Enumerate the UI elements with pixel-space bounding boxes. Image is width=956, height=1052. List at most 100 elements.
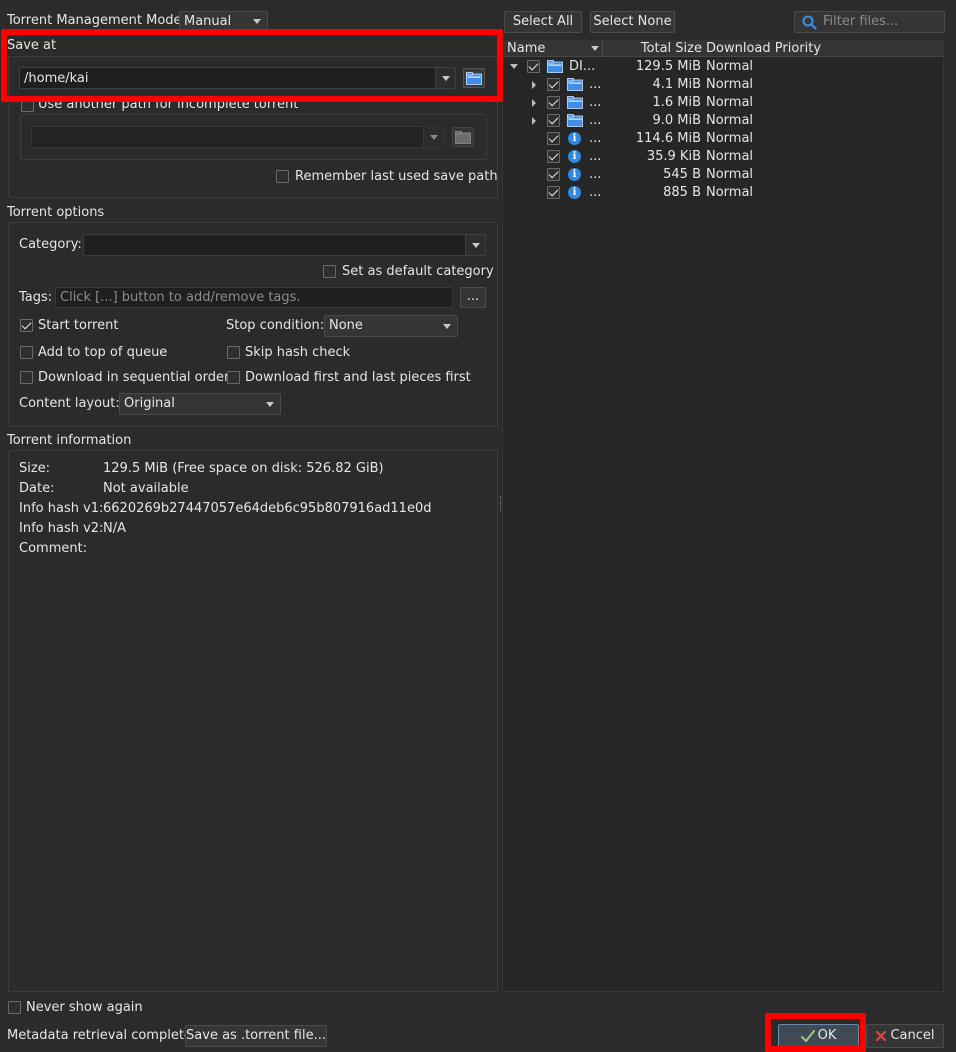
expand-arrow-icon[interactable] [532, 81, 536, 89]
ok-button[interactable]: OK [778, 1024, 859, 1048]
skip-hash-checkbox[interactable] [227, 346, 240, 359]
category-combo[interactable] [83, 234, 486, 256]
file-name: ... [589, 95, 602, 110]
set-default-category-checkbox[interactable] [323, 265, 336, 278]
first-last-pieces-checkbox[interactable] [227, 371, 240, 384]
start-torrent-label: Start torrent [38, 318, 119, 333]
file-size: 129.5 MiB [635, 59, 701, 74]
info-label: Date: [19, 481, 55, 496]
chevron-down-icon[interactable] [465, 235, 485, 255]
tree-row[interactable]: i ... 114.6 MiB Normal [503, 130, 943, 148]
info-icon: i [568, 168, 581, 181]
ok-button-label: OK [817, 1028, 837, 1043]
file-checkbox[interactable] [547, 150, 560, 163]
sequential-checkbox[interactable] [20, 371, 33, 384]
select-none-button[interactable]: Select None [590, 11, 675, 33]
incomplete-path-checkbox[interactable] [21, 99, 34, 112]
remember-save-path-label: Remember last used save path [295, 169, 498, 184]
file-size: 885 B [663, 185, 701, 200]
cancel-icon [876, 1030, 887, 1041]
remember-save-path-checkbox[interactable] [276, 170, 289, 183]
file-priority: Normal [706, 95, 754, 110]
info-label: Comment: [19, 541, 88, 556]
add-top-queue-checkbox[interactable] [20, 346, 33, 359]
file-checkbox[interactable] [547, 96, 560, 109]
file-priority: Normal [706, 167, 754, 182]
save-at-title: Save at [7, 38, 57, 53]
select-all-button[interactable]: Select All [504, 11, 582, 33]
file-name: ... [589, 167, 602, 182]
column-header-name[interactable]: Name [503, 40, 603, 57]
file-name: ... [589, 185, 602, 200]
column-header-size[interactable]: Total Size [604, 40, 704, 57]
file-priority: Normal [706, 77, 754, 92]
stop-condition-combo[interactable]: None [324, 315, 458, 337]
file-priority: Normal [706, 149, 754, 164]
tree-row[interactable]: ... 4.1 MiB Normal [503, 76, 943, 94]
folder-icon [455, 130, 471, 144]
folder-icon [567, 114, 583, 127]
save-path-combo[interactable]: /home/kai [19, 67, 456, 89]
filter-files-input[interactable]: Filter files... [794, 11, 945, 33]
file-size: 35.9 KiB [646, 149, 701, 164]
start-torrent-checkbox[interactable] [20, 319, 33, 332]
torrent-management-label: Torrent Management Mode: [7, 13, 186, 28]
sequential-label: Download in sequential order [38, 370, 230, 385]
expand-arrow-icon[interactable] [532, 99, 536, 107]
tree-row[interactable]: i ... 35.9 KiB Normal [503, 148, 943, 166]
torrent-management-combo[interactable]: Manual [179, 11, 268, 31]
file-name: ... [589, 149, 602, 164]
status-text: Metadata retrieval complete [7, 1028, 192, 1043]
column-header-priority[interactable]: Download Priority [704, 40, 904, 57]
tree-row[interactable]: DI... 129.5 MiB Normal [503, 58, 943, 76]
file-size: 114.6 MiB [635, 131, 701, 146]
tree-row[interactable]: i ... 885 B Normal [503, 184, 943, 202]
file-priority: Normal [706, 131, 754, 146]
tree-row[interactable]: ... 9.0 MiB Normal [503, 112, 943, 130]
tags-input[interactable]: Click [...] button to add/remove tags. [55, 287, 453, 308]
info-value: N/A [103, 521, 126, 536]
info-label: Info hash v2: [19, 521, 104, 536]
torrent-management-value: Manual [184, 14, 232, 29]
content-layout-label: Content layout: [19, 396, 120, 411]
incomplete-path-combo [31, 126, 444, 148]
stop-condition-label: Stop condition: [226, 318, 325, 333]
chevron-down-icon [247, 12, 267, 30]
save-path-value: /home/kai [24, 71, 89, 86]
never-show-checkbox[interactable] [8, 1001, 21, 1014]
torrent-info-title: Torrent information [7, 433, 132, 448]
file-checkbox[interactable] [547, 168, 560, 181]
column-header-size-label: Total Size [640, 41, 702, 56]
column-header-name-label: Name [507, 41, 546, 56]
folder-icon [547, 60, 563, 73]
file-checkbox[interactable] [547, 78, 560, 91]
info-value: 129.5 MiB (Free space on disk: 526.82 Gi… [103, 461, 384, 476]
info-icon: i [568, 150, 581, 163]
stop-condition-value: None [329, 318, 363, 333]
skip-hash-label: Skip hash check [245, 345, 351, 360]
file-checkbox[interactable] [547, 132, 560, 145]
file-name: ... [589, 77, 602, 92]
content-layout-combo[interactable]: Original [119, 393, 281, 415]
expand-arrow-icon[interactable] [532, 117, 536, 125]
edit-tags-button[interactable]: ... [460, 287, 486, 308]
folder-icon [466, 71, 482, 85]
info-icon: i [568, 132, 581, 145]
file-checkbox[interactable] [547, 186, 560, 199]
chevron-down-icon[interactable] [435, 68, 455, 88]
tree-row[interactable]: i ... 545 B Normal [503, 166, 943, 184]
chevron-down-icon [437, 316, 457, 336]
browse-incomplete-path-button [452, 127, 474, 147]
search-icon [802, 15, 817, 30]
file-checkbox[interactable] [527, 60, 540, 73]
info-value: Not available [103, 481, 189, 496]
browse-save-path-button[interactable] [463, 68, 485, 88]
collapse-arrow-icon[interactable] [510, 64, 518, 69]
cancel-button[interactable]: Cancel [866, 1024, 944, 1048]
file-checkbox[interactable] [547, 114, 560, 127]
file-priority: Normal [706, 185, 754, 200]
tree-row[interactable]: ... 1.6 MiB Normal [503, 94, 943, 112]
folder-icon [567, 96, 583, 109]
filter-files-placeholder: Filter files... [823, 14, 899, 29]
save-torrent-file-button[interactable]: Save as .torrent file... [185, 1025, 327, 1047]
